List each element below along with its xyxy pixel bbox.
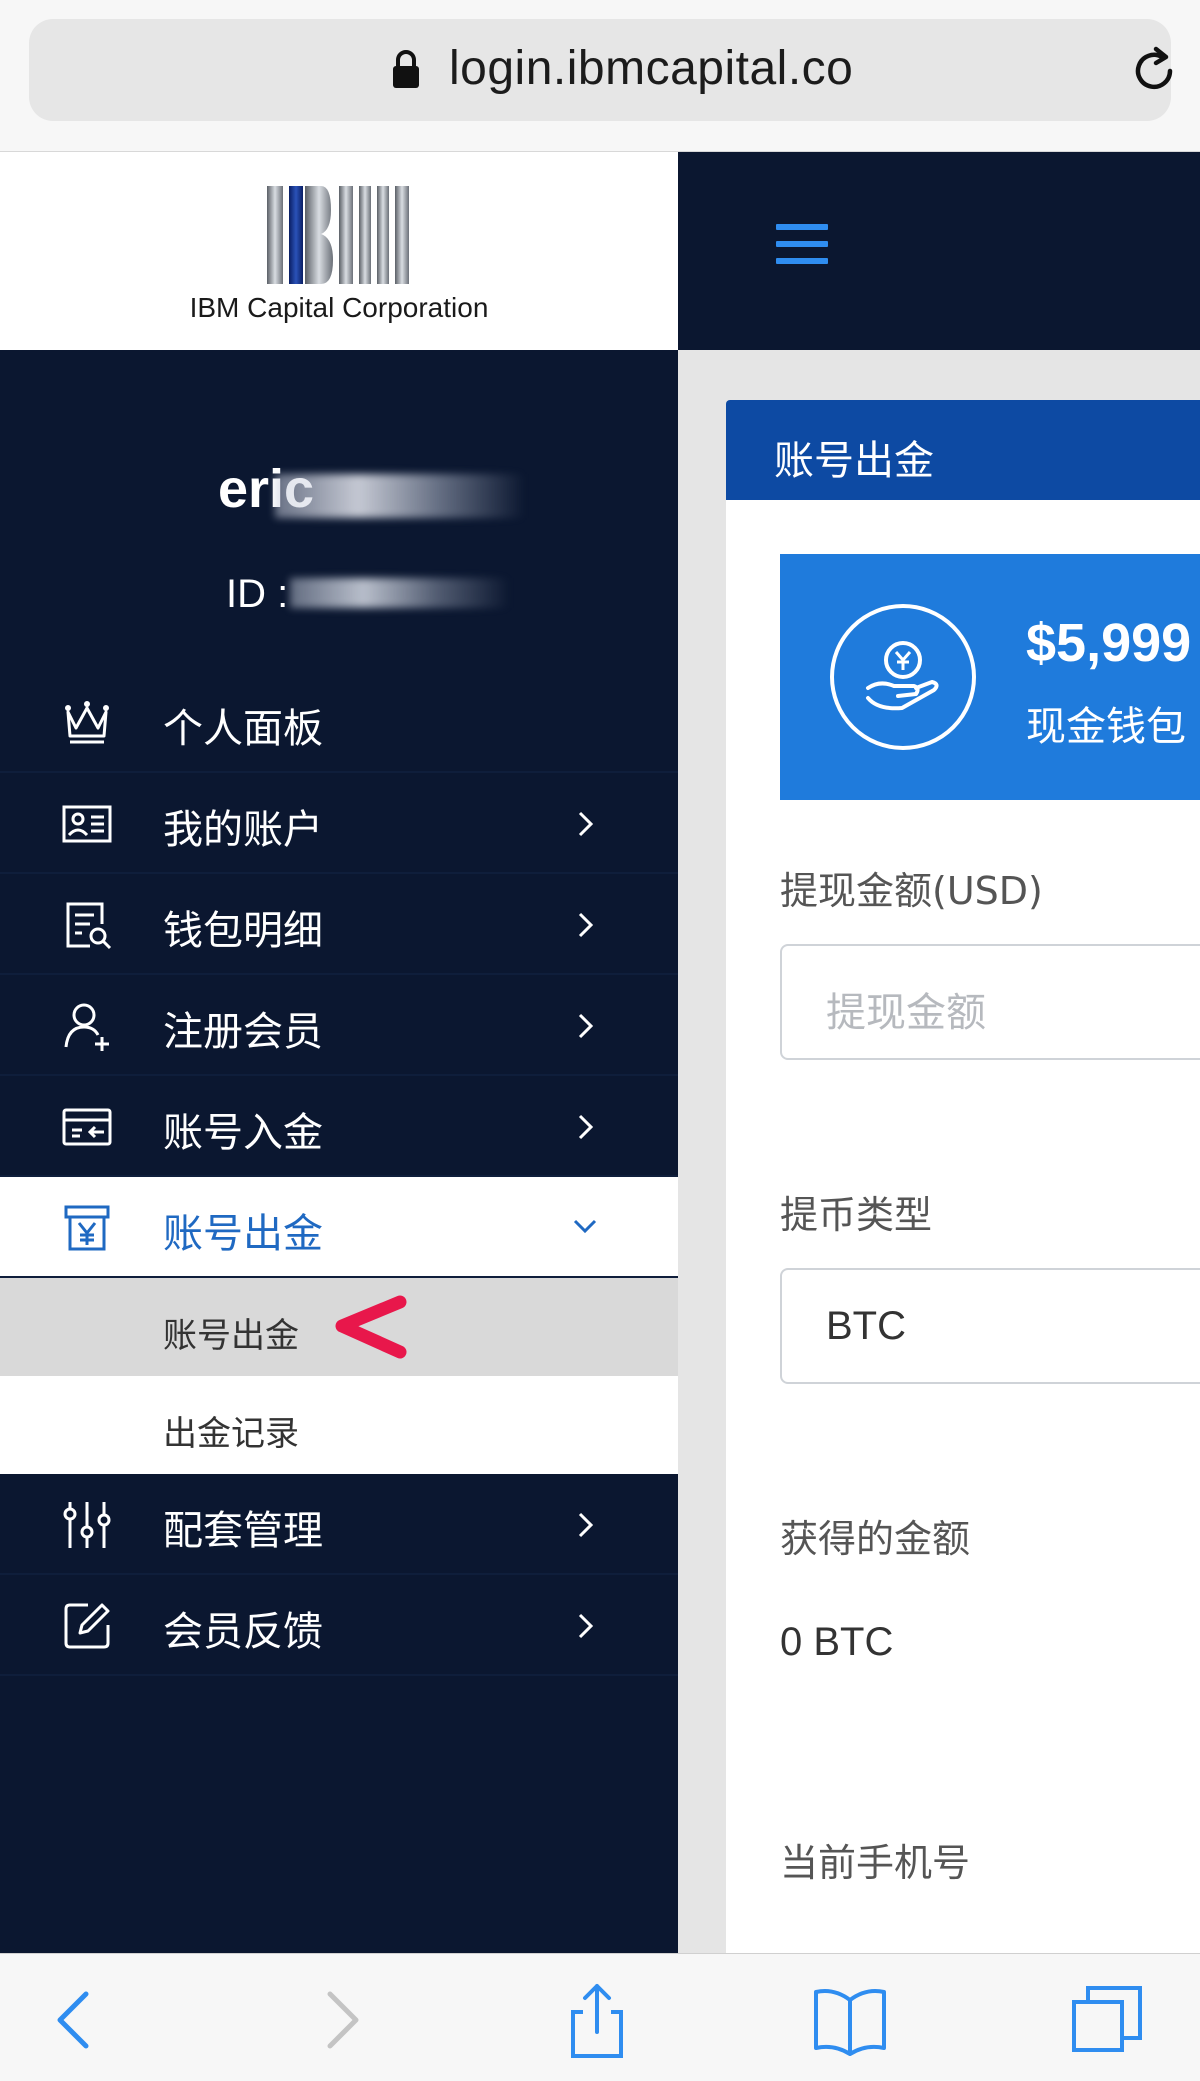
chevron-right-icon [578, 1512, 594, 1538]
submenu-item-label: 账号出金 [163, 1316, 299, 1356]
id-card-icon [62, 805, 112, 843]
coin-type-select[interactable]: BTC [780, 1268, 1200, 1384]
sidebar-item-label: 注册会员 [163, 1009, 323, 1055]
logo-area[interactable]: IBM Capital Corporation [0, 152, 678, 350]
user-id-label: ID : [226, 572, 289, 616]
top-navbar [678, 152, 1200, 350]
cash-wallet-card: $5,999 现金钱包 [780, 554, 1200, 800]
card-deposit-icon [62, 1108, 112, 1146]
reload-icon[interactable] [1126, 43, 1182, 99]
forward-icon[interactable] [300, 1980, 380, 2060]
sidebar: eric ID : 个人面板 我的账户 钱包明细 注册会员 账号入金 账号出金 … [0, 350, 678, 1953]
coin-hand-icon [830, 604, 976, 750]
sidebar-item-label: 钱包明细 [163, 908, 323, 954]
current-phone-label: 当前手机号 [780, 1841, 971, 1885]
amount-placeholder: 提现金额 [826, 990, 986, 1036]
sidebar-item-label: 配套管理 [163, 1508, 323, 1554]
edit-icon [64, 1603, 110, 1649]
url-text: login.ibmcapital.co [449, 42, 854, 95]
sidebar-item-register-member[interactable]: 注册会员 [0, 975, 678, 1076]
sidebar-item-member-feedback[interactable]: 会员反馈 [0, 1575, 678, 1676]
sidebar-item-dashboard[interactable]: 个人面板 [0, 672, 678, 773]
sidebar-item-label: 账号出金 [163, 1211, 323, 1257]
chevron-right-icon [578, 912, 594, 938]
received-amount-value: 0 BTC [780, 1620, 894, 1664]
submenu-item-withdraw-records[interactable]: 出金记录 [0, 1376, 678, 1474]
tabs-icon[interactable] [1068, 1980, 1148, 2060]
sidebar-item-label: 我的账户 [163, 807, 323, 853]
coin-type-label: 提币类型 [780, 1193, 933, 1237]
company-name: IBM Capital Corporation [189, 292, 489, 323]
withdraw-form-panel: $5,999 现金钱包 提现金额(USD) 提现金额 提币类型 BTC 获得的金… [726, 500, 1200, 1953]
red-arrow-annotation [335, 1295, 407, 1359]
browser-address-bar-area: login.ibmcapital.co [0, 0, 1200, 152]
url-field[interactable]: login.ibmcapital.co [29, 19, 1173, 121]
sidebar-item-my-account[interactable]: 我的账户 [0, 773, 678, 874]
redacted-id [290, 578, 510, 608]
chevron-right-icon [578, 1114, 594, 1140]
panel-title: 账号出金 [774, 438, 934, 484]
share-icon[interactable] [557, 1980, 637, 2060]
sidebar-item-label: 账号入金 [163, 1110, 323, 1156]
yen-box-icon [64, 1205, 110, 1251]
ledger-search-icon [66, 902, 112, 950]
sidebar-item-withdraw[interactable]: 账号出金 [0, 1177, 678, 1278]
chevron-right-icon [578, 1013, 594, 1039]
wallet-amount: $5,999 [1026, 613, 1192, 673]
amount-label: 提现金额(USD) [780, 869, 1043, 913]
main-content: 账号出金 $5,999 现金钱包 提现金额(USD) 提现金额 提币类型 BTC [678, 350, 1200, 1953]
panel-header: 账号出金 [726, 400, 1200, 500]
back-icon[interactable] [36, 1980, 116, 2060]
sidebar-item-deposit[interactable]: 账号入金 [0, 1076, 678, 1177]
chevron-right-icon [578, 1613, 594, 1639]
hamburger-menu-icon[interactable] [776, 224, 828, 276]
sidebar-item-package-management[interactable]: 配套管理 [0, 1474, 678, 1575]
submenu-item-label: 出金记录 [163, 1414, 299, 1454]
chevron-right-icon [578, 811, 594, 837]
app-frame: IBM Capital Corporation eric ID : 个人面板 我… [0, 152, 1200, 1953]
received-amount-label: 获得的金额 [780, 1517, 971, 1561]
sidebar-item-label: 个人面板 [163, 706, 323, 752]
crown-icon [65, 701, 109, 744]
user-add-icon [64, 1003, 109, 1051]
coin-type-value: BTC [826, 1304, 906, 1348]
sliders-icon [63, 1502, 111, 1548]
sidebar-item-wallet-detail[interactable]: 钱包明细 [0, 874, 678, 975]
redacted-name [275, 474, 525, 518]
sidebar-item-label: 会员反馈 [163, 1609, 323, 1655]
amount-input[interactable]: 提现金额 [780, 944, 1200, 1060]
browser-toolbar [0, 1953, 1200, 2081]
bookmarks-icon[interactable] [810, 1980, 890, 2060]
sidebar-menu: 个人面板 我的账户 钱包明细 注册会员 账号入金 账号出金 账号出金 出金记录 … [0, 672, 678, 1676]
chevron-down-icon [573, 1219, 597, 1234]
lock-icon [393, 50, 419, 88]
company-logo [267, 186, 409, 284]
submenu-item-withdraw[interactable]: 账号出金 [0, 1278, 678, 1376]
wallet-label: 现金钱包 [1026, 704, 1186, 750]
